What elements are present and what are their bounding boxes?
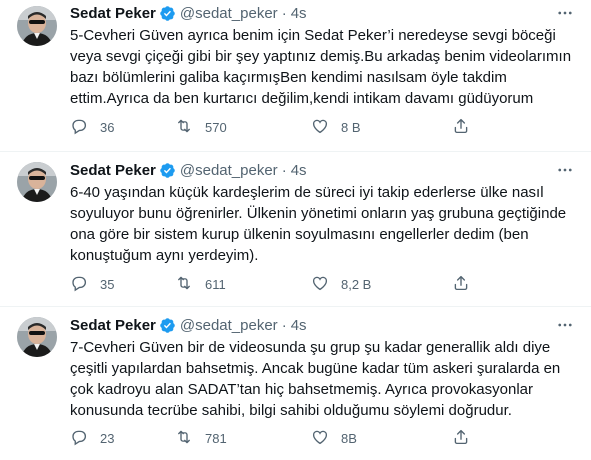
tweet-actions: 36 570 8 B — [70, 117, 570, 137]
tweet-text-line: ona göre bir sistem kurup ülkenin soyulm… — [70, 226, 529, 243]
tweet-text-line: konuştuğum aynı yerdeyim). — [70, 247, 259, 264]
tweet-text: 7-Cevheri Güven bir de videosunda şu gru… — [70, 337, 575, 421]
retweet-count: 570 — [205, 119, 227, 135]
reply-count: 35 — [100, 276, 115, 292]
share-icon — [452, 274, 470, 295]
tweet-header: Sedat Peker @sedat_peker · 4s — [70, 159, 307, 181]
reply-button[interactable]: 35 — [70, 274, 114, 294]
reply-icon — [70, 274, 88, 295]
timestamp[interactable]: 4s — [291, 162, 307, 179]
author-name[interactable]: Sedat Peker — [70, 5, 156, 22]
like-button[interactable]: 8,2 B — [311, 274, 371, 294]
timestamp[interactable]: 4s — [291, 317, 307, 334]
retweet-icon — [175, 117, 193, 138]
tweet[interactable]: Sedat Peker @sedat_peker · 4s 7-Cevheri … — [0, 307, 591, 460]
like-button[interactable]: 8B — [311, 428, 357, 448]
share-icon — [452, 117, 470, 138]
like-button[interactable]: 8 B — [311, 117, 361, 137]
tweet-text-line: 5-Cevheri Güven ayrıca benim için Sedat … — [70, 27, 556, 44]
author-handle[interactable]: @sedat_peker — [180, 5, 278, 22]
timestamp[interactable]: 4s — [291, 5, 307, 22]
tweet-text: 6-40 yaşından küçük kardeşlerim de sürec… — [70, 182, 575, 266]
verified-badge-icon — [159, 317, 176, 334]
reply-icon — [70, 428, 88, 449]
tweet-text-line: bazı bölümlerini galiba kaçırmışBen kend… — [70, 69, 507, 86]
avatar[interactable] — [17, 6, 57, 46]
like-count: 8 B — [341, 119, 361, 135]
tweet-text-line: soyuluyor bunu öğrenirler. Ülkenin yönet… — [70, 205, 567, 222]
tweet-actions: 23 781 8B — [70, 428, 570, 448]
retweet-icon — [175, 428, 193, 449]
reply-count: 23 — [100, 430, 115, 446]
reply-icon — [70, 117, 88, 138]
tweet[interactable]: Sedat Peker @sedat_peker · 4s 5-Cevheri … — [0, 0, 591, 152]
heart-icon — [311, 117, 329, 138]
tweet-text-line: 7-Cevheri Güven bir de videosunda şu gru… — [70, 339, 551, 356]
share-button[interactable] — [452, 274, 470, 294]
tweet-text-line: 6-40 yaşından küçük kardeşlerim de sürec… — [70, 184, 544, 201]
tweet-text-line: veya sevgi çiçeği gibi bir şey yaptınız … — [70, 48, 572, 65]
heart-icon — [311, 428, 329, 449]
tweet-actions: 35 611 8,2 B — [70, 274, 570, 294]
reply-button[interactable]: 23 — [70, 428, 114, 448]
more-horizontal-icon[interactable] — [555, 4, 575, 22]
more-horizontal-icon[interactable] — [555, 161, 575, 179]
author-handle[interactable]: @sedat_peker — [180, 162, 278, 179]
verified-badge-icon — [159, 162, 176, 179]
separator: · — [281, 316, 287, 334]
retweet-button[interactable]: 570 — [175, 117, 227, 137]
tweet[interactable]: Sedat Peker @sedat_peker · 4s 6-40 yaşın… — [0, 152, 591, 307]
author-name[interactable]: Sedat Peker — [70, 317, 156, 334]
separator: · — [281, 4, 287, 22]
retweet-count: 781 — [205, 430, 227, 446]
reply-count: 36 — [100, 119, 115, 135]
heart-icon — [311, 274, 329, 295]
retweet-count: 611 — [205, 276, 226, 292]
tweet-header: Sedat Peker @sedat_peker · 4s — [70, 2, 307, 24]
retweet-button[interactable]: 781 — [175, 428, 227, 448]
tweet-text: 5-Cevheri Güven ayrıca benim için Sedat … — [70, 25, 575, 109]
tweet-text-line: ettim.Ayrıca da ben kurtarıcı değilim,ke… — [70, 90, 534, 107]
share-button[interactable] — [452, 428, 470, 448]
tweet-text-line: çeşitli yapılardan bahsetmiş. Ancak bugü… — [70, 360, 561, 377]
reply-button[interactable]: 36 — [70, 117, 114, 137]
avatar[interactable] — [17, 317, 57, 357]
tweet-text-line: konusunda tecrübe sahibi, bilgi sahibi o… — [70, 402, 512, 419]
retweet-icon — [175, 274, 193, 295]
author-handle[interactable]: @sedat_peker — [180, 317, 278, 334]
separator: · — [281, 161, 287, 179]
share-icon — [452, 428, 470, 449]
tweet-text-line: çok kadroyu alan SADAT’tan hiç bahsetmem… — [70, 381, 533, 398]
tweet-header: Sedat Peker @sedat_peker · 4s — [70, 314, 307, 336]
more-horizontal-icon[interactable] — [555, 316, 575, 334]
share-button[interactable] — [452, 117, 470, 137]
retweet-button[interactable]: 611 — [175, 274, 226, 294]
author-name[interactable]: Sedat Peker — [70, 162, 156, 179]
like-count: 8,2 B — [341, 276, 372, 292]
like-count: 8B — [341, 430, 357, 446]
verified-badge-icon — [159, 5, 176, 22]
avatar[interactable] — [17, 162, 57, 202]
